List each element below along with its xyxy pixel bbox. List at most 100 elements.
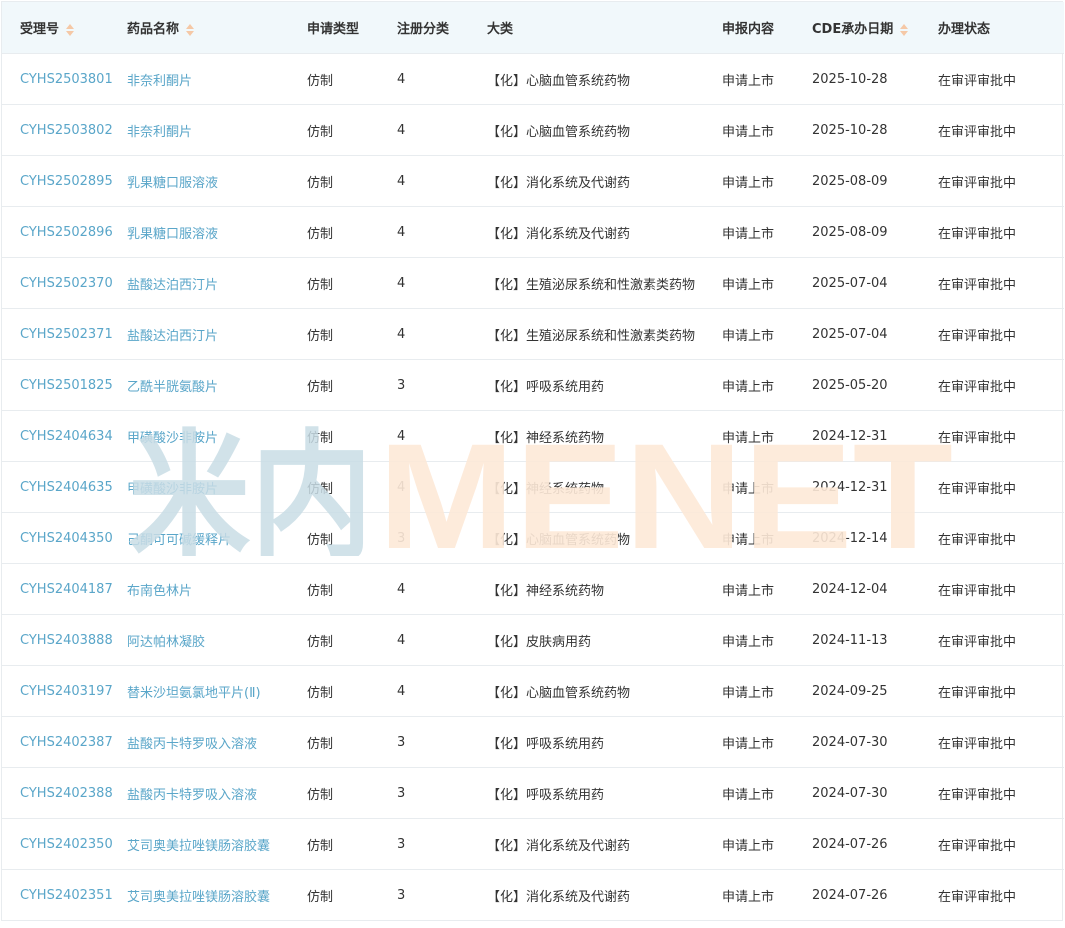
cell-name[interactable]: 甲磺酸沙非胺片 bbox=[127, 461, 307, 513]
cell-content: 申请上市 bbox=[722, 359, 812, 411]
cell-category: 4 bbox=[397, 53, 487, 105]
cell-name[interactable]: 非奈利酮片 bbox=[127, 104, 307, 156]
cell-name[interactable]: 盐酸达泊西汀片 bbox=[127, 308, 307, 360]
cell-content: 申请上市 bbox=[722, 410, 812, 462]
cell-type: 仿制 bbox=[307, 614, 397, 666]
cell-date: 2025-10-28 bbox=[812, 104, 938, 156]
cell-name[interactable]: 乳果糖口服溶液 bbox=[127, 206, 307, 258]
cell-id[interactable]: CYHS2404187 bbox=[2, 563, 127, 615]
header-label: 办理状态 bbox=[938, 22, 991, 37]
table-row[interactable]: CYHS2404350 己酮可可碱缓释片 仿制 3 【化】心脑血管系统药物 申请上市 202… bbox=[2, 512, 1064, 564]
cell-id[interactable]: CYHS2501825 bbox=[2, 359, 127, 411]
cell-name[interactable]: 盐酸丙卡特罗吸入溶液 bbox=[127, 716, 307, 768]
table-row[interactable]: CYHS2404187 布南色林片 仿制 4 【化】神经系统药物 申请上市 2024-12-… bbox=[2, 563, 1064, 615]
header-col-status: 办理状态 bbox=[938, 2, 1064, 54]
table-row[interactable]: CYHS2402387 盐酸丙卡特罗吸入溶液 仿制 3 【化】呼吸系统用药 申请上市 202… bbox=[2, 716, 1064, 768]
cell-class: 【化】心脑血管系统药物 bbox=[487, 104, 722, 156]
cell-name[interactable]: 艾司奥美拉唑镁肠溶胶囊 bbox=[127, 818, 307, 870]
cell-status: 在审评审批中 bbox=[938, 614, 1064, 666]
header-label: 大类 bbox=[487, 22, 514, 37]
cell-content: 申请上市 bbox=[722, 104, 812, 156]
cell-id[interactable]: CYHS2502370 bbox=[2, 257, 127, 309]
header-label: CDE承办日期 bbox=[812, 22, 894, 37]
cell-name[interactable]: 甲磺酸沙非胺片 bbox=[127, 410, 307, 462]
cell-class: 【化】生殖泌尿系统和性激素类药物 bbox=[487, 257, 722, 309]
table-row[interactable]: CYHS2503802 非奈利酮片 仿制 4 【化】心脑血管系统药物 申请上市 2025-1… bbox=[2, 104, 1064, 156]
cell-id[interactable]: CYHS2503801 bbox=[2, 53, 127, 105]
cell-status: 在审评审批中 bbox=[938, 257, 1064, 309]
cell-content: 申请上市 bbox=[722, 563, 812, 615]
table-row[interactable]: CYHS2502371 盐酸达泊西汀片 仿制 4 【化】生殖泌尿系统和性激素类药物 申请上… bbox=[2, 308, 1064, 360]
cell-category: 3 bbox=[397, 716, 487, 768]
cell-id[interactable]: CYHS2503802 bbox=[2, 104, 127, 156]
header-label: 申请类型 bbox=[307, 22, 360, 37]
cell-id[interactable]: CYHS2402387 bbox=[2, 716, 127, 768]
cell-name[interactable]: 艾司奥美拉唑镁肠溶胶囊 bbox=[127, 870, 307, 921]
cell-name[interactable]: 盐酸丙卡特罗吸入溶液 bbox=[127, 767, 307, 819]
cell-type: 仿制 bbox=[307, 53, 397, 105]
cell-type: 仿制 bbox=[307, 308, 397, 360]
cell-id[interactable]: CYHS2404634 bbox=[2, 410, 127, 462]
table-row[interactable]: CYHS2404634 甲磺酸沙非胺片 仿制 4 【化】神经系统药物 申请上市 2024-1… bbox=[2, 410, 1064, 462]
sort-caret-icon[interactable] bbox=[185, 23, 195, 37]
table-row[interactable]: CYHS2403888 阿达帕林凝胶 仿制 4 【化】皮肤病用药 申请上市 2024-11-… bbox=[2, 614, 1064, 666]
cell-name[interactable]: 盐酸达泊西汀片 bbox=[127, 257, 307, 309]
cell-category: 4 bbox=[397, 563, 487, 615]
cell-id[interactable]: CYHS2502371 bbox=[2, 308, 127, 360]
cell-id[interactable]: CYHS2402351 bbox=[2, 870, 127, 921]
table-row[interactable]: CYHS2502895 乳果糖口服溶液 仿制 4 【化】消化系统及代谢药 申请上市 2025… bbox=[2, 155, 1064, 207]
cell-status: 在审评审批中 bbox=[938, 818, 1064, 870]
cell-date: 2024-12-31 bbox=[812, 461, 938, 513]
cell-status: 在审评审批中 bbox=[938, 359, 1064, 411]
table-row[interactable]: CYHS2502896 乳果糖口服溶液 仿制 4 【化】消化系统及代谢药 申请上市 2025… bbox=[2, 206, 1064, 258]
table-row[interactable]: CYHS2502370 盐酸达泊西汀片 仿制 4 【化】生殖泌尿系统和性激素类药物 申请上… bbox=[2, 257, 1064, 309]
cell-id[interactable]: CYHS2404635 bbox=[2, 461, 127, 513]
table-row[interactable]: CYHS2402351 艾司奥美拉唑镁肠溶胶囊 仿制 3 【化】消化系统及代谢药 申请上市… bbox=[2, 870, 1064, 921]
cell-name[interactable]: 非奈利酮片 bbox=[127, 53, 307, 105]
cell-status: 在审评审批中 bbox=[938, 767, 1064, 819]
sort-caret-icon[interactable] bbox=[65, 23, 75, 37]
cell-name[interactable]: 布南色林片 bbox=[127, 563, 307, 615]
table-row[interactable]: CYHS2402350 艾司奥美拉唑镁肠溶胶囊 仿制 3 【化】消化系统及代谢药 申请上市… bbox=[2, 818, 1064, 870]
cell-category: 3 bbox=[397, 818, 487, 870]
cell-class: 【化】消化系统及代谢药 bbox=[487, 155, 722, 207]
table-row[interactable]: CYHS2402388 盐酸丙卡特罗吸入溶液 仿制 3 【化】呼吸系统用药 申请上市 202… bbox=[2, 767, 1064, 819]
header-col-date[interactable]: CDE承办日期 bbox=[812, 2, 938, 54]
cell-status: 在审评审批中 bbox=[938, 716, 1064, 768]
table-row[interactable]: CYHS2503801 非奈利酮片 仿制 4 【化】心脑血管系统药物 申请上市 2025-1… bbox=[2, 53, 1064, 105]
cell-class: 【化】消化系统及代谢药 bbox=[487, 206, 722, 258]
cell-class: 【化】心脑血管系统药物 bbox=[487, 53, 722, 105]
cell-id[interactable]: CYHS2404350 bbox=[2, 512, 127, 564]
cell-class: 【化】消化系统及代谢药 bbox=[487, 818, 722, 870]
cell-id[interactable]: CYHS2403888 bbox=[2, 614, 127, 666]
cell-id[interactable]: CYHS2502895 bbox=[2, 155, 127, 207]
header-col-type: 申请类型 bbox=[307, 2, 397, 54]
cell-id[interactable]: CYHS2403197 bbox=[2, 665, 127, 717]
header-col-name[interactable]: 药品名称 bbox=[127, 2, 307, 54]
cell-id[interactable]: CYHS2502896 bbox=[2, 206, 127, 258]
header-label: 药品名称 bbox=[127, 22, 180, 37]
header-col-id[interactable]: 受理号 bbox=[2, 2, 127, 54]
cell-type: 仿制 bbox=[307, 563, 397, 615]
cell-name[interactable]: 乙酰半胱氨酸片 bbox=[127, 359, 307, 411]
cell-name[interactable]: 替米沙坦氨氯地平片(Ⅱ) bbox=[127, 665, 307, 717]
cell-class: 【化】消化系统及代谢药 bbox=[487, 889, 631, 905]
cell-category: 3 bbox=[397, 512, 487, 564]
table-row[interactable]: CYHS2404635 甲磺酸沙非胺片 仿制 4 【化】神经系统药物 申请上市 2024-1… bbox=[2, 461, 1064, 513]
table-row[interactable]: CYHS2403197 替米沙坦氨氯地平片(Ⅱ) 仿制 4 【化】心脑血管系统药物 申请上… bbox=[2, 665, 1064, 717]
cell-date: 2024-12-31 bbox=[812, 410, 938, 462]
cell-content: 申请上市 bbox=[722, 53, 812, 105]
cell-id[interactable]: CYHS2402388 bbox=[2, 767, 127, 819]
cell-class: 【化】心脑血管系统药物 bbox=[487, 512, 722, 564]
cell-name[interactable]: 乳果糖口服溶液 bbox=[127, 155, 307, 207]
header-col-class: 大类 bbox=[487, 2, 722, 54]
cell-name[interactable]: 阿达帕林凝胶 bbox=[127, 614, 307, 666]
sort-caret-icon[interactable] bbox=[899, 23, 909, 37]
cell-content: 申请上市 bbox=[722, 818, 812, 870]
cell-category: 3 bbox=[397, 887, 406, 903]
cell-date: 2025-05-20 bbox=[812, 359, 938, 411]
cell-date: 2024-07-26 bbox=[812, 818, 938, 870]
table-row[interactable]: CYHS2501825 乙酰半胱氨酸片 仿制 3 【化】呼吸系统用药 申请上市 2025-0… bbox=[2, 359, 1064, 411]
cell-id[interactable]: CYHS2402350 bbox=[2, 818, 127, 870]
cell-name[interactable]: 己酮可可碱缓释片 bbox=[127, 512, 307, 564]
